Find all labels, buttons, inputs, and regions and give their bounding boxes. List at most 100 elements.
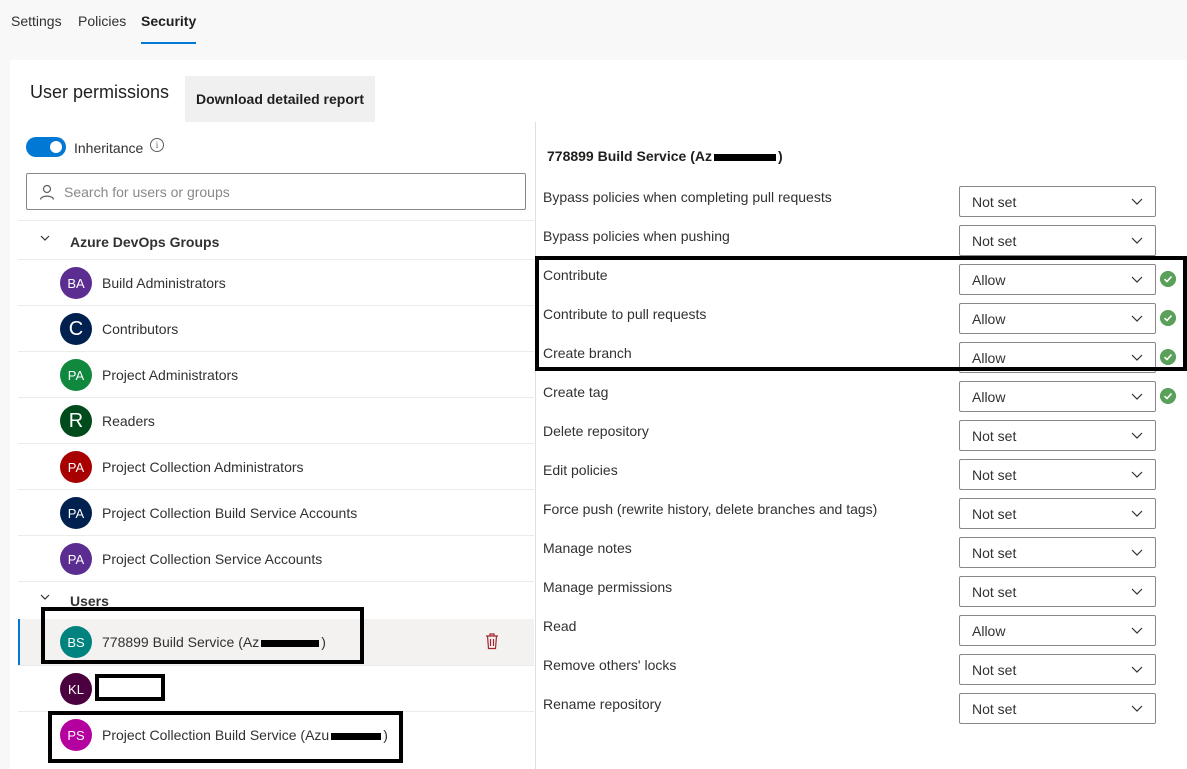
permission-label: Edit policies <box>543 462 618 478</box>
tab-security[interactable]: Security <box>141 13 197 45</box>
inheritance-toggle[interactable] <box>26 137 66 157</box>
group-header-azure-devops[interactable]: Azure DevOps Groups <box>18 221 534 261</box>
permission-label: Read <box>543 618 577 634</box>
permission-label: Manage permissions <box>543 579 673 595</box>
permission-row-rename-repository: Rename repository Not set <box>535 692 1187 731</box>
avatar: BS <box>60 626 92 658</box>
tab-policies[interactable]: Policies <box>78 13 126 45</box>
permission-row-contribute: Contribute Allow <box>535 263 1187 302</box>
permission-select[interactable]: Not set <box>959 537 1156 568</box>
tab-settings[interactable]: Settings <box>11 13 62 45</box>
name-suffix: ) <box>383 727 388 743</box>
list-item-label: Project Administrators <box>102 367 239 383</box>
info-icon[interactable]: i <box>150 138 164 152</box>
list-item-readers[interactable]: R Readers <box>18 398 534 444</box>
avatar: PA <box>60 497 92 529</box>
permission-value: Not set <box>972 506 1017 522</box>
search-box[interactable] <box>26 173 526 210</box>
chevron-down-icon <box>1131 627 1143 634</box>
name-prefix: 778899 Build Service (Az <box>102 634 260 650</box>
list-item-label: Project Collection Build Service (Azu) <box>102 727 388 743</box>
group-header-label: Azure DevOps Groups <box>70 234 220 250</box>
list-item-project-collection-build-service[interactable]: PS Project Collection Build Service (Azu… <box>18 712 534 758</box>
details-title: 778899 Build Service (Az) <box>547 148 783 164</box>
permission-label: Create tag <box>543 384 609 400</box>
avatar: BA <box>60 267 92 299</box>
permission-label: Rename repository <box>543 696 662 712</box>
chevron-down-icon <box>1131 237 1143 244</box>
list-item-label: Project Collection Administrators <box>102 459 304 475</box>
permission-value: Allow <box>972 272 1006 288</box>
permission-row-create-branch: Create branch Allow <box>535 341 1187 380</box>
avatar: PA <box>60 359 92 391</box>
redaction-bar <box>713 153 776 161</box>
permission-row-force-push: Force push (rewrite history, delete bran… <box>535 497 1187 536</box>
permission-select[interactable]: Not set <box>959 420 1156 451</box>
list-item-label: Project Collection Service Accounts <box>102 551 323 567</box>
chevron-down-icon <box>1131 471 1143 478</box>
permission-value: Not set <box>972 584 1017 600</box>
check-circle-icon <box>1160 310 1176 326</box>
list-item-project-collection-administrators[interactable]: PA Project Collection Administrators <box>18 444 534 490</box>
list-item-project-administrators[interactable]: PA Project Administrators <box>18 352 534 398</box>
list-item-build-service-user[interactable]: BS 778899 Build Service (Az) <box>18 619 534 665</box>
permission-select[interactable]: Allow <box>959 264 1156 295</box>
permission-value: Allow <box>972 350 1006 366</box>
list-item-label: 778899 Build Service (Az) <box>102 634 326 650</box>
chevron-down-icon <box>1131 198 1143 205</box>
chevron-down-icon <box>1131 315 1143 322</box>
permission-select[interactable]: Not set <box>959 459 1156 490</box>
details-title-suffix: ) <box>777 148 783 164</box>
permission-row-edit-policies: Edit policies Not set <box>535 458 1187 497</box>
chevron-down-icon <box>1131 588 1143 595</box>
permission-select[interactable]: Not set <box>959 498 1156 529</box>
permission-value: Not set <box>972 233 1017 249</box>
permission-select[interactable]: Not set <box>959 576 1156 607</box>
list-item-contributors[interactable]: C Contributors <box>18 306 534 352</box>
permission-value: Allow <box>972 389 1006 405</box>
permission-row-create-tag: Create tag Allow <box>535 380 1187 419</box>
permission-value: Not set <box>972 662 1017 678</box>
permission-select[interactable]: Allow <box>959 342 1156 373</box>
permission-select[interactable]: Not set <box>959 693 1156 724</box>
redaction-bar <box>331 732 382 740</box>
permission-value: Not set <box>972 467 1017 483</box>
chevron-down-icon <box>40 235 50 241</box>
permission-row-remove-locks: Remove others' locks Not set <box>535 653 1187 692</box>
group-header-users[interactable]: Users <box>18 582 534 618</box>
permission-label: Bypass policies when pushing <box>543 228 730 244</box>
permission-select[interactable]: Allow <box>959 303 1156 334</box>
person-icon <box>39 184 55 200</box>
list-item-label: Contributors <box>102 321 179 337</box>
top-tab-bar: Settings Policies Security <box>0 0 1187 58</box>
permission-select[interactable]: Allow <box>959 381 1156 412</box>
list-item-label: Build Administrators <box>102 275 226 291</box>
chevron-down-icon <box>1131 432 1143 439</box>
permission-select[interactable]: Not set <box>959 654 1156 685</box>
permission-label: Delete repository <box>543 423 649 439</box>
permission-value: Not set <box>972 194 1017 210</box>
name-suffix: ) <box>321 634 326 650</box>
permission-label: Remove others' locks <box>543 657 677 673</box>
chevron-down-icon <box>1131 354 1143 361</box>
list-item-project-collection-build-service-accounts[interactable]: PA Project Collection Build Service Acco… <box>18 490 534 536</box>
list-item-project-collection-service-accounts[interactable]: PA Project Collection Service Accounts <box>18 536 534 582</box>
permission-row-manage-notes: Manage notes Not set <box>535 536 1187 575</box>
avatar: C <box>60 313 92 345</box>
redaction-bar <box>261 639 320 647</box>
permission-select[interactable]: Not set <box>959 186 1156 217</box>
chevron-down-icon <box>1131 549 1143 556</box>
check-circle-icon <box>1160 271 1176 287</box>
permission-value: Allow <box>972 623 1006 639</box>
download-report-button[interactable]: Download detailed report <box>185 76 375 122</box>
search-input[interactable] <box>64 175 514 208</box>
list-item-build-administrators[interactable]: BA Build Administrators <box>18 260 534 306</box>
list-item-label: Project Collection Build Service Account… <box>102 505 358 521</box>
permission-label: Bypass policies when completing pull req… <box>543 189 832 205</box>
permission-select[interactable]: Allow <box>959 615 1156 646</box>
permission-select[interactable]: Not set <box>959 225 1156 256</box>
permission-value: Not set <box>972 428 1017 444</box>
group-header-label: Users <box>70 593 109 609</box>
trash-icon[interactable] <box>484 632 500 650</box>
permission-value: Not set <box>972 701 1017 717</box>
